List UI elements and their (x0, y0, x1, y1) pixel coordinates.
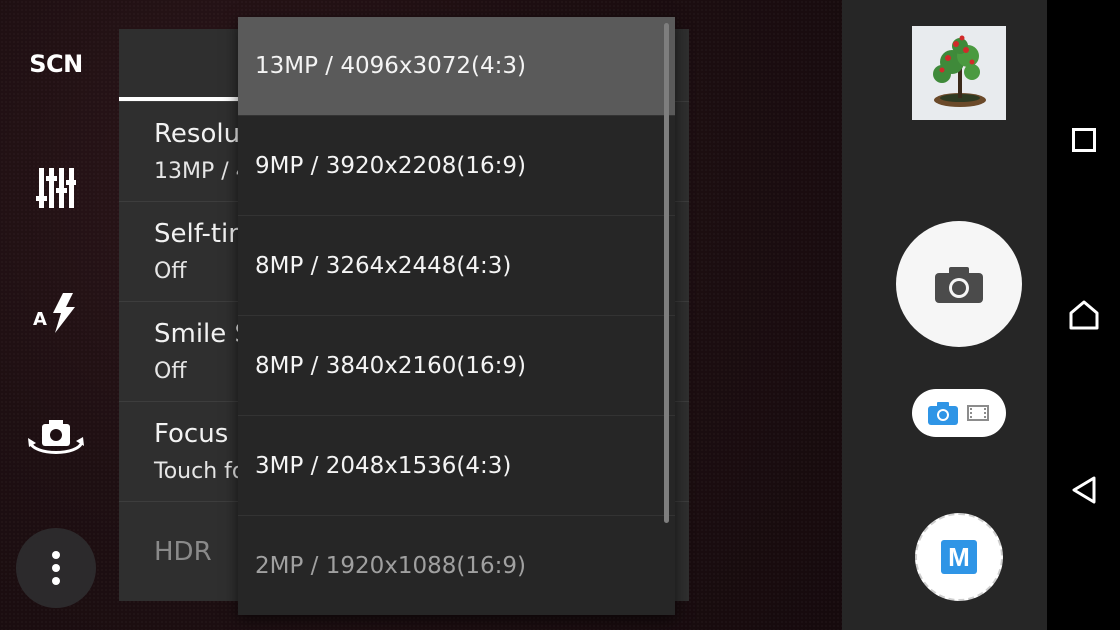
home-button[interactable] (1064, 295, 1104, 335)
setting-value: Off (154, 359, 187, 384)
setting-value: Off (154, 259, 187, 284)
recents-button[interactable] (1064, 120, 1104, 160)
photo-mode-icon (928, 402, 958, 425)
resolution-option[interactable]: 8MP / 3264x2448(4:3) (238, 215, 675, 315)
home-icon (1069, 300, 1099, 330)
flash-mode-button[interactable]: A (20, 277, 92, 349)
system-nav-bar (1047, 0, 1120, 630)
scene-label: SCN (29, 50, 83, 78)
resolution-option[interactable]: 13MP / 4096x3072(4:3) (238, 17, 675, 115)
bonsai-thumbnail-image (912, 26, 1006, 120)
recents-icon (1072, 128, 1096, 152)
resolution-option[interactable]: 2MP / 1920x1088(16:9) (238, 515, 675, 615)
camera-icon (935, 267, 983, 303)
more-options-button[interactable] (16, 528, 96, 608)
photo-video-mode-switch[interactable] (912, 389, 1006, 437)
dropdown-scrollbar[interactable] (664, 23, 669, 523)
resolution-option[interactable]: 9MP / 3920x2208(16:9) (238, 115, 675, 215)
back-icon (1072, 476, 1096, 504)
resolution-option[interactable]: 3MP / 2048x1536(4:3) (238, 415, 675, 515)
shutter-button[interactable] (896, 221, 1022, 347)
sliders-icon (36, 168, 76, 208)
scene-button[interactable]: SCN (20, 28, 92, 100)
camera-controls: M (842, 0, 1047, 630)
manual-mode-badge: M (941, 540, 977, 574)
more-options-icon (52, 551, 60, 585)
settings-sliders-button[interactable] (20, 152, 92, 224)
video-mode-icon (967, 405, 989, 421)
resolution-dropdown: 13MP / 4096x3072(4:3) 9MP / 3920x2208(16… (238, 17, 675, 615)
last-photo-thumbnail[interactable] (912, 26, 1006, 120)
switch-camera-icon (28, 420, 84, 454)
back-button[interactable] (1064, 470, 1104, 510)
auto-flash-icon: A (33, 293, 75, 333)
manual-mode-button[interactable]: M (915, 513, 1003, 601)
switch-camera-button[interactable] (20, 403, 92, 475)
resolution-option[interactable]: 8MP / 3840x2160(16:9) (238, 315, 675, 415)
setting-title: HDR (154, 537, 212, 567)
svg-text:A: A (33, 309, 47, 330)
